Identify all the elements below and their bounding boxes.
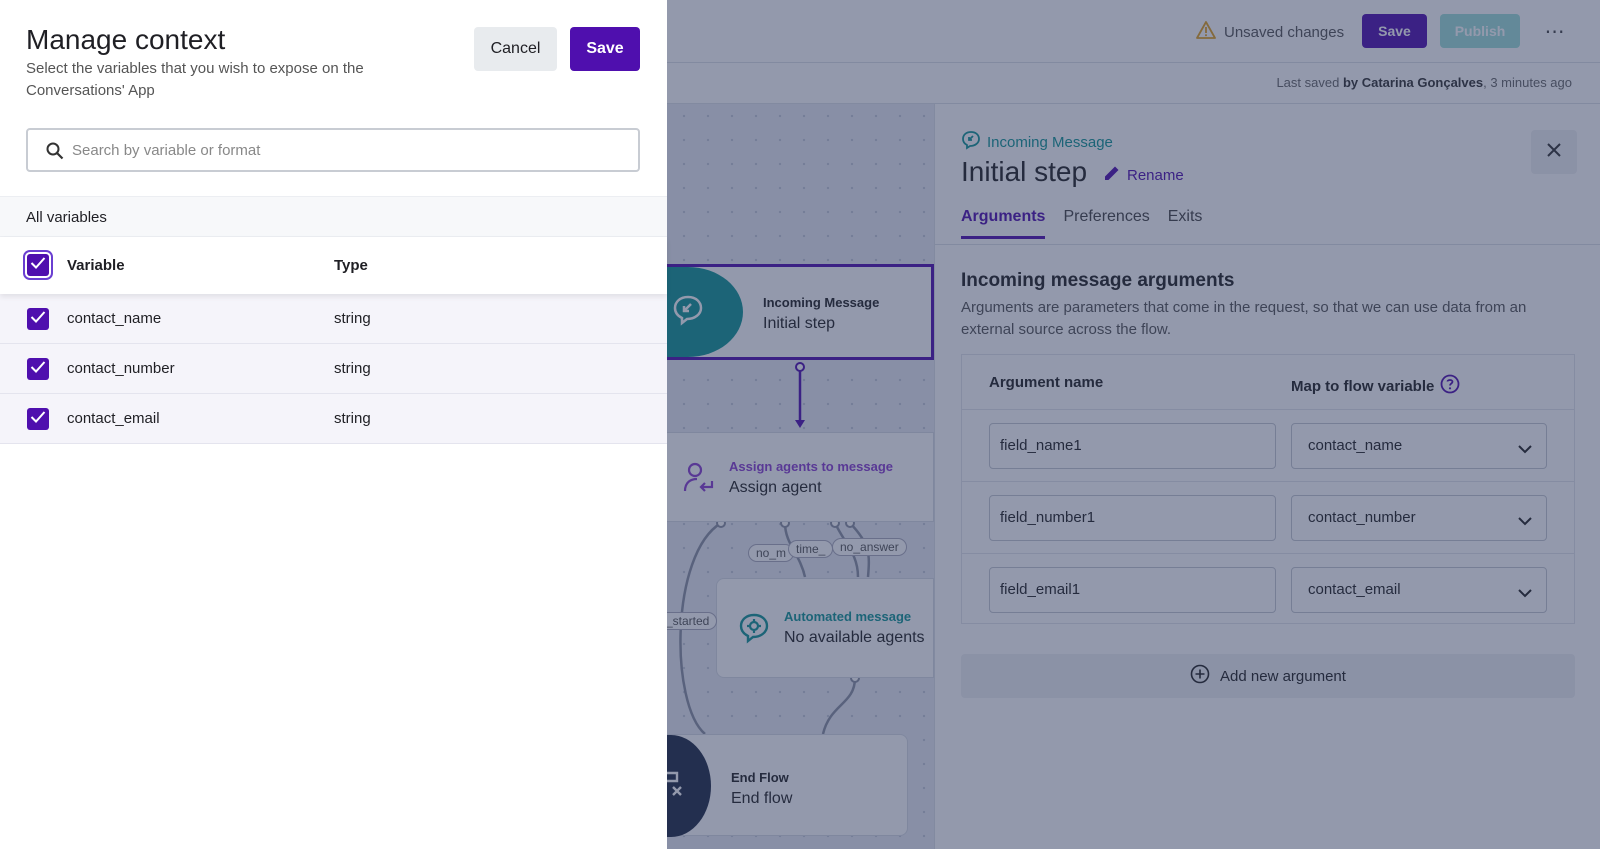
variable-type: string [334,360,371,377]
variable-type: string [334,410,371,427]
variables-table-header: Variable Type [0,237,667,294]
section-all-variables: All variables [0,196,667,237]
check-icon [30,410,46,429]
search-input[interactable] [72,130,627,170]
variable-checkbox[interactable] [27,408,49,430]
drawer-subtitle: Select the variables that you wish to ex… [26,60,364,99]
variable-name: contact_email [67,410,160,427]
manage-context-drawer: Manage context Select the variables that… [0,0,667,849]
drawer-title: Manage context [26,24,226,55]
variable-name: contact_name [67,310,162,327]
save-button[interactable]: Save [570,27,640,71]
check-icon [30,256,46,275]
header-type: Type [334,257,368,274]
check-icon [30,310,46,329]
variable-checkbox[interactable] [27,308,49,330]
variable-type: string [334,310,371,327]
search-icon [46,142,64,165]
variable-search[interactable] [26,128,640,172]
select-all-checkbox[interactable] [27,254,49,276]
variable-row[interactable]: contact_name string [0,294,667,344]
variable-row[interactable]: contact_number string [0,344,667,394]
variable-row[interactable]: contact_email string [0,394,667,444]
check-icon [30,360,46,379]
variable-checkbox[interactable] [27,358,49,380]
variable-name: contact_number [67,360,175,377]
cancel-button[interactable]: Cancel [474,27,557,71]
header-variable: Variable [67,257,125,274]
